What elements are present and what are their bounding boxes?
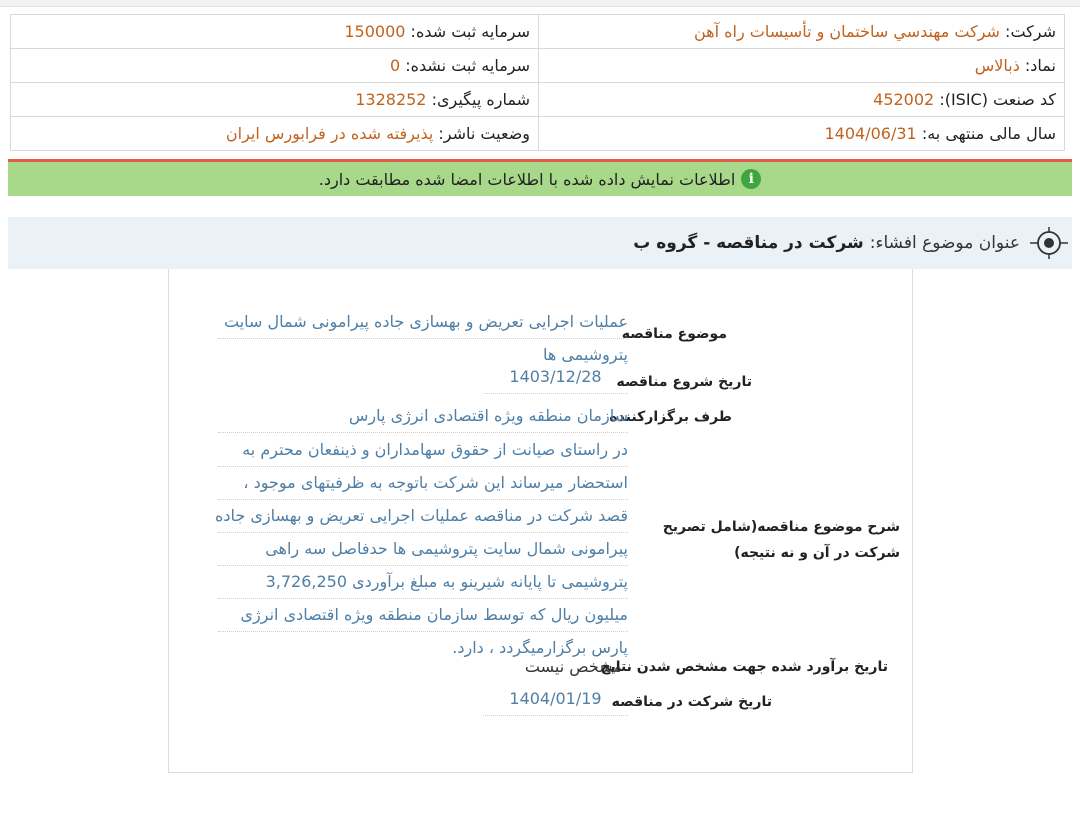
isic-label: کد صنعت (ISIC): — [939, 90, 1056, 109]
target-icon — [1030, 227, 1068, 259]
company-info-table: شرکت: شرکت مهندسي ساختمان و تأسيسات راه … — [10, 14, 1065, 151]
estimated-result-date-label: تاریخ برآورد شده جهت مشخص شدن نتایج — [600, 659, 888, 675]
description-line: میلیون ریال که توسط سازمان منطقه ویژه اق… — [218, 599, 628, 632]
symbol-value[interactable]: ذبالاس — [975, 56, 1020, 75]
start-date-value: 1403/12/28 — [483, 361, 628, 394]
notice-text: اطلاعات نمایش داده شده با اطلاعات امضا ش… — [318, 169, 736, 189]
registered-capital-cell: سرمایه ثبت شده: 150000 — [10, 14, 539, 49]
table-row: نماد: ذبالاس سرمایه ثبت نشده: 0 — [10, 48, 1065, 83]
publisher-status-label: وضعیت ناشر: — [438, 124, 530, 143]
registered-capital-label: سرمایه ثبت شده: — [410, 22, 530, 41]
description-label: شرح موضوع مناقصه(شامل تصریح شرکت در آن و… — [662, 519, 900, 561]
isic-value: 452002 — [873, 90, 935, 109]
info-icon: i — [741, 169, 762, 189]
disclosure-title: شرکت در مناقصه - گروه ب — [633, 233, 864, 253]
participation-date-value: 1404/01/19 — [483, 683, 628, 716]
description-line: در راستای صیانت از حقوق سهامداران و ذینف… — [218, 434, 628, 467]
symbol-cell: نماد: ذبالاس — [538, 48, 1065, 83]
verification-notice: i اطلاعات نمایش داده شده با اطلاعات امضا… — [8, 162, 1072, 196]
fiscal-year-cell: سال مالی منتهی به: 1404/06/31 — [538, 116, 1065, 151]
publisher-status-value: پذیرفته شده در فرابورس ایران — [225, 124, 434, 143]
tracking-label: شماره پیگیری: — [431, 90, 530, 109]
unregistered-capital-cell: سرمایه ثبت نشده: 0 — [10, 48, 539, 83]
fiscal-year-value: 1404/06/31 — [824, 124, 917, 143]
symbol-label: نماد: — [1024, 56, 1056, 75]
tracking-cell: شماره پیگیری: 1328252 — [10, 82, 539, 117]
tender-details-panel: موضوع مناقصه عملیات اجرایی تعریض و بهساز… — [168, 269, 913, 773]
description-line: پیرامونی شمال سایت پتروشیمی ها حدفاصل سه… — [218, 533, 628, 566]
participation-date-label: تاریخ شرکت در مناقصه — [611, 694, 772, 710]
isic-cell: کد صنعت (ISIC): 452002 — [538, 82, 1065, 117]
estimated-result-date-value: مشخص نیست — [524, 657, 622, 676]
company-cell: شرکت: شرکت مهندسي ساختمان و تأسيسات راه … — [538, 14, 1065, 49]
organizer-value: سازمان منطقه ویژه اقتصادی انرژی پارس — [218, 400, 628, 433]
description-line: قصد شرکت در مناقصه عملیات اجرایی تعریض و… — [215, 500, 628, 533]
table-row: سال مالی منتهی به: 1404/06/31 وضعیت ناشر… — [10, 116, 1065, 151]
publisher-status-cell: وضعیت ناشر: پذیرفته شده در فرابورس ایران — [10, 116, 539, 151]
description-line: پتروشیمی تا پایانه شیرینو به مبلغ برآورد… — [218, 566, 628, 599]
subject-line: عملیات اجرایی تعریض و بهسازی جاده پیرامو… — [218, 306, 628, 339]
description-value: در راستای صیانت از حقوق سهامداران و ذینف… — [215, 434, 628, 664]
top-divider — [0, 0, 1080, 7]
table-row: کد صنعت (ISIC): 452002 شماره پیگیری: 132… — [10, 82, 1065, 117]
table-row: شرکت: شرکت مهندسي ساختمان و تأسيسات راه … — [10, 14, 1065, 49]
disclosure-label: عنوان موضوع افشاء: — [869, 233, 1020, 253]
unregistered-capital-value: 0 — [389, 56, 401, 75]
description-line: استحضار میرساند این شرکت باتوجه به ظرفیت… — [218, 467, 628, 500]
start-date-label: تاریخ شروع مناقصه — [616, 374, 752, 390]
tracking-value: 1328252 — [355, 90, 427, 109]
unregistered-capital-label: سرمایه ثبت نشده: — [405, 56, 530, 75]
disclosure-subject-bar: عنوان موضوع افشاء: شرکت در مناقصه - گروه… — [8, 217, 1072, 269]
company-value: شرکت مهندسي ساختمان و تأسيسات راه آهن — [693, 22, 1000, 41]
subject-label: موضوع مناقصه — [621, 326, 727, 342]
company-label: شرکت: — [1005, 22, 1056, 41]
registered-capital-value: 150000 — [344, 22, 406, 41]
fiscal-year-label: سال مالی منتهی به: — [921, 124, 1056, 143]
